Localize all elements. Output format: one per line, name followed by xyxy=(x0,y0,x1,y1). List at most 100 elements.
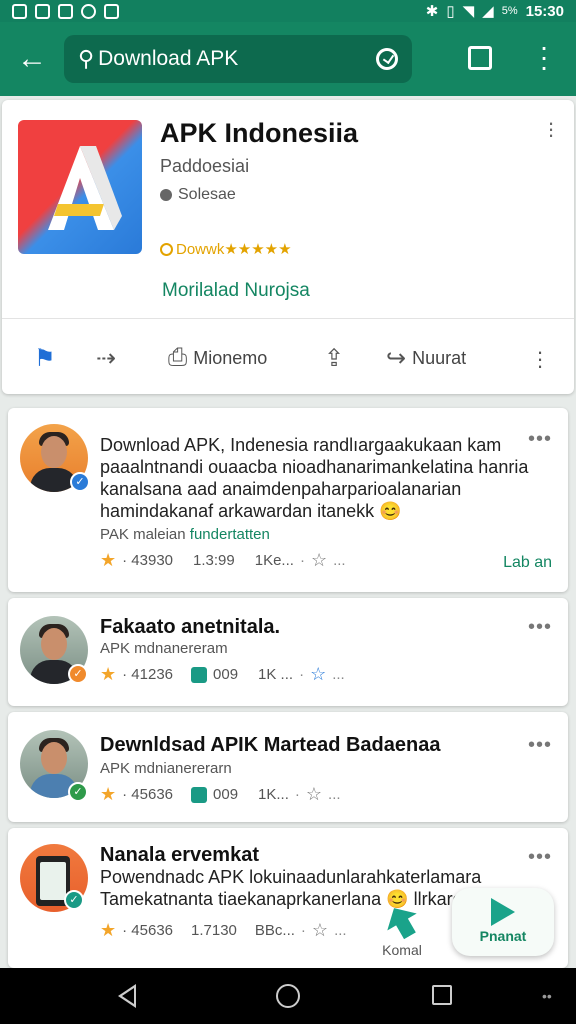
category-icon xyxy=(160,189,172,201)
stat-version: 009 xyxy=(213,786,239,803)
nav-home-icon[interactable] xyxy=(276,984,300,1008)
share-label: Nuurat xyxy=(412,347,467,368)
separator: · xyxy=(300,922,306,939)
status-system: ✱ ▯ ◥ ◢ 5% 15:30 xyxy=(425,2,564,21)
app-bar: ← ⚲ Download APK · · · xyxy=(0,22,576,96)
nav-back-icon[interactable] xyxy=(118,984,136,1008)
search-text: Download APK xyxy=(98,47,239,70)
bluetooth-icon: ✱ xyxy=(425,3,439,20)
play-icon xyxy=(491,898,515,926)
download-coin-icon xyxy=(160,242,173,256)
stat-rating: · 41236 xyxy=(122,666,174,683)
more-horiz-icon[interactable]: ••• xyxy=(528,846,552,869)
app-link[interactable]: Morilalad Nurojsa xyxy=(162,280,310,302)
komal-button[interactable]: Komal xyxy=(376,906,428,966)
bookmark-label: Mionemo xyxy=(193,347,268,368)
phone-screen xyxy=(40,862,66,900)
more-icon: ... xyxy=(333,552,346,569)
star-outline-icon[interactable]: ☆ xyxy=(310,664,326,685)
nav-recents-icon[interactable] xyxy=(432,985,452,1005)
pranat-button[interactable]: Pnanat xyxy=(452,888,554,956)
post-stats: ★ · 43930 1.3:99 1Ke... · ☆ ... xyxy=(100,550,346,571)
notification-icon xyxy=(12,3,27,19)
app-developer: Paddoesiai xyxy=(160,156,250,176)
app-category: Solesae xyxy=(160,186,236,204)
check-badge-icon: ✓ xyxy=(68,664,88,684)
app-card: APK Indonesiia Paddoesiai Solesae Dowwk★… xyxy=(2,100,574,394)
bookmark-button[interactable]: ⎙ Mionemo xyxy=(168,344,267,372)
post-card[interactable]: ✓ Download APK, Indenesia randlıargaakuk… xyxy=(8,408,568,592)
nav-more-icon[interactable]: •• xyxy=(542,988,552,1004)
status-time: 15:30 xyxy=(525,2,564,20)
post-card[interactable]: ✓ Fakaato anetnitala. APK mdnanereram ★ … xyxy=(8,598,568,706)
more-vert-icon[interactable]: · · · xyxy=(532,33,556,81)
separator: · xyxy=(299,552,305,569)
share-button[interactable]: ↪ Nuurat xyxy=(386,344,466,373)
messenger-badge-icon: ✓ xyxy=(70,472,90,492)
more-horiz-icon[interactable]: ••• xyxy=(528,428,552,451)
post-meta-link[interactable]: fundertatten xyxy=(190,526,270,543)
separator: · xyxy=(299,666,305,683)
stat-size: 1K... xyxy=(258,786,289,803)
battery-level: 5% xyxy=(501,5,518,17)
stat-rating: · 45636 xyxy=(122,786,174,803)
upload-icon: ⇪ xyxy=(324,344,345,372)
forward-icon: ⇢ xyxy=(96,344,117,372)
action-row: ⚑ ⇢ ⎙ Mionemo ⇪ ↪ Nuurat · · · xyxy=(2,336,574,380)
status-notifications xyxy=(12,3,119,19)
back-arrow-icon[interactable]: ← xyxy=(0,22,64,96)
post-stats: ★ · 45636 1.7130 BBc... · ☆ ... xyxy=(100,920,347,941)
timer-icon[interactable] xyxy=(376,48,398,70)
search-field[interactable]: ⚲ Download APK xyxy=(64,35,412,83)
system-nav-bar: •• xyxy=(0,968,576,1024)
more-vert-icon[interactable]: · · · xyxy=(532,340,548,376)
flag-button[interactable]: ⚑ xyxy=(34,344,56,373)
star-icon: ★ xyxy=(100,664,117,684)
app-logo xyxy=(18,120,142,254)
vibrate-icon: ▯ xyxy=(446,3,455,20)
verified-icon xyxy=(191,666,208,683)
more-vert-icon[interactable]: · · · xyxy=(546,112,556,146)
more-horiz-icon[interactable]: ••• xyxy=(528,616,552,639)
stat-rating: · 43930 xyxy=(122,552,174,569)
pranat-label: Pnanat xyxy=(479,928,527,944)
more-icon: ... xyxy=(332,666,345,683)
forward-button[interactable]: ⇢ xyxy=(96,344,116,373)
post-meta: APK mdnianererarn xyxy=(100,760,232,777)
notification-icon xyxy=(58,3,73,19)
wifi-icon: ◥ xyxy=(462,3,475,20)
tabs-icon[interactable] xyxy=(468,46,492,70)
post-meta: APK mdnanereram xyxy=(100,640,228,657)
stat-version: 1.7130 xyxy=(191,922,237,939)
app-rating-text: Dowwk★★★★★ xyxy=(176,241,292,258)
post-meta-prefix: PAK maleian xyxy=(100,526,186,543)
post-card[interactable]: ✓ Dewnldsad APIK Martead Badaenaa APK md… xyxy=(8,712,568,822)
notification-icon xyxy=(35,3,50,19)
star-outline-icon[interactable]: ☆ xyxy=(306,784,322,805)
star-icon: ★ xyxy=(100,784,117,804)
stat-rating: · 45636 xyxy=(122,922,174,939)
upload-button[interactable]: ⇪ xyxy=(324,344,344,373)
stat-size: 1K ... xyxy=(258,666,294,683)
more-horiz-icon[interactable]: ••• xyxy=(528,734,552,757)
app-title: APK Indonesiia xyxy=(160,118,359,148)
stat-version: 1.3:99 xyxy=(193,552,235,569)
post-title: Nanala ervemkat xyxy=(100,844,259,866)
post-stats: ★ · 41236 009 1K ... · ☆ ... xyxy=(100,664,345,685)
post-title: Fakaato anetnitala. xyxy=(100,616,281,638)
bookmark-icon: ⎙ xyxy=(168,344,188,371)
stat-size: 1Ke... xyxy=(254,552,294,569)
star-outline-icon[interactable]: ☆ xyxy=(311,550,327,571)
post-body: Download APK, Indenesia randlıargaakukaa… xyxy=(100,435,529,521)
post-action-link[interactable]: Lab an xyxy=(503,554,552,572)
app-rating: Dowwk★★★★★ xyxy=(160,240,292,258)
post-title: Dewnldsad APIK Martead Badaenaa xyxy=(100,734,441,756)
check-badge-icon: ✓ xyxy=(64,890,84,910)
share-icon: ↪ xyxy=(386,344,407,372)
star-icon: ★ xyxy=(100,920,117,940)
check-badge-icon: ✓ xyxy=(68,782,88,802)
star-outline-icon[interactable]: ☆ xyxy=(312,920,328,941)
search-icon: ⚲ xyxy=(78,46,95,71)
verified-icon xyxy=(191,786,208,803)
post-stats: ★ · 45636 009 1K... · ☆ ... xyxy=(100,784,341,805)
